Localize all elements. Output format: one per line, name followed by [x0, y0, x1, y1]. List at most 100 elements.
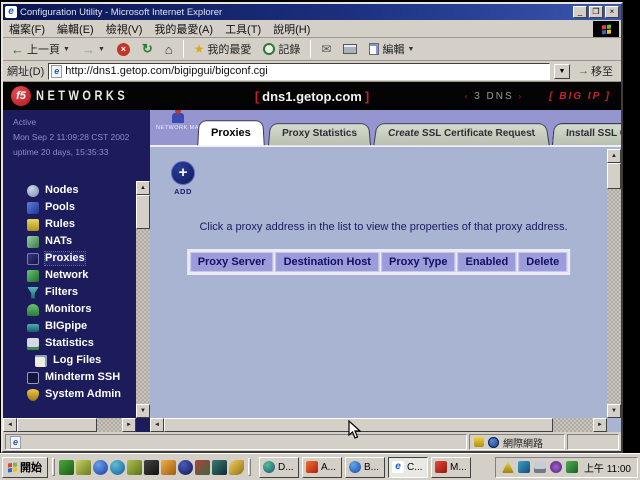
menu-edit[interactable]: 編輯(E) [57, 21, 94, 37]
quicklaunch-icon-10[interactable] [212, 460, 227, 475]
add-proxy-button[interactable]: + ADD [168, 161, 198, 196]
main-frameset: Active Mon Sep 2 11:09:28 CST 2002 uptim… [3, 110, 621, 432]
col-proxy-type[interactable]: Proxy Type [381, 252, 456, 272]
scroll-up-icon[interactable]: ▲ [607, 149, 621, 163]
task-button-3[interactable]: B... [345, 457, 385, 478]
go-button[interactable]: → 移至 [574, 63, 617, 79]
mail-button[interactable]: ✉ [317, 41, 335, 57]
scrollbar-thumb[interactable] [17, 418, 97, 432]
quicklaunch-icon-8[interactable] [178, 460, 193, 475]
scroll-left-icon[interactable]: ◄ [150, 418, 164, 432]
maximize-button[interactable]: ❐ [589, 6, 603, 18]
bigpipe-icon [27, 324, 39, 332]
status-spare-panel [567, 434, 619, 450]
quicklaunch-icon-9[interactable] [195, 460, 210, 475]
favorites-button[interactable]: ★ 我的最愛 [190, 40, 256, 58]
tray-network-icon[interactable] [534, 461, 546, 473]
ie-task-icon: e [392, 461, 404, 473]
print-button[interactable] [339, 43, 361, 55]
col-destination-host[interactable]: Destination Host [276, 252, 379, 272]
col-enabled[interactable]: Enabled [457, 252, 516, 272]
sidebar-item-network[interactable]: Network [3, 267, 136, 284]
scrollbar-thumb[interactable] [607, 163, 621, 189]
tray-app-icon[interactable] [550, 461, 562, 473]
content-vertical-scrollbar[interactable]: ▲ ▼ [607, 149, 621, 418]
scroll-up-icon[interactable]: ▲ [136, 181, 150, 195]
scroll-right-icon[interactable]: ► [122, 418, 136, 432]
scroll-down-icon[interactable]: ▼ [607, 404, 621, 418]
sidebar-item-statistics[interactable]: Statistics [3, 335, 136, 352]
address-dropdown-button[interactable]: ▼ [554, 64, 570, 79]
sidebar-vertical-scrollbar[interactable]: ▲ ▼ [136, 181, 150, 418]
menu-help[interactable]: 說明(H) [273, 21, 310, 37]
refresh-button[interactable]: ↻ [138, 40, 157, 58]
sidebar-item-rules[interactable]: Rules [3, 216, 136, 233]
sidebar-item-pools[interactable]: Pools [3, 199, 136, 216]
sidebar-item-bigpipe[interactable]: BIGpipe [3, 318, 136, 335]
quicklaunch-icon-11[interactable] [229, 460, 244, 475]
history-button[interactable]: 記錄 [259, 40, 304, 58]
product-3dns-label: ‹ 3 DNS › [465, 91, 523, 102]
table-header-row: Proxy Server Destination Host Proxy Type… [190, 252, 568, 272]
close-button[interactable]: × [605, 6, 619, 18]
menu-bar: 檔案(F) 編輯(E) 檢視(V) 我的最愛(A) 工具(T) 說明(H) [3, 20, 621, 38]
title-bar[interactable]: e Configuration Utility - Microsoft Inte… [3, 4, 621, 20]
col-proxy-server[interactable]: Proxy Server [190, 252, 274, 272]
taskbar-grip[interactable] [248, 458, 251, 476]
minimize-button[interactable]: _ [573, 6, 587, 18]
address-input[interactable]: e http://dns1.getop.com/bigipgui/bigconf… [48, 63, 550, 80]
forward-button[interactable]: → ▼ [78, 41, 109, 58]
tab-create-ssl-certificate-request[interactable]: Create SSL Certificate Request [373, 123, 549, 145]
task-button-4-active[interactable]: eC... [388, 457, 428, 478]
scroll-down-icon[interactable]: ▼ [136, 404, 150, 418]
scrollbar-thumb[interactable] [136, 195, 150, 229]
quicklaunch-icon-1[interactable] [59, 460, 74, 475]
tab-proxies[interactable]: Proxies [197, 120, 264, 145]
scroll-left-icon[interactable]: ◄ [3, 418, 17, 432]
quicklaunch-icon-6[interactable] [144, 460, 159, 475]
taskbar-clock[interactable]: 上午 11:00 [584, 460, 631, 475]
task-button-5[interactable]: M... [431, 457, 471, 478]
sidebar-item-nats[interactable]: NATs [3, 233, 136, 250]
mindterm-icon [27, 372, 39, 384]
sidebar-item-proxies[interactable]: Proxies [3, 250, 136, 267]
tab-proxy-statistics[interactable]: Proxy Statistics [268, 123, 371, 145]
menu-favorites[interactable]: 我的最愛(A) [154, 21, 213, 37]
edit-button[interactable]: 編輯 ▼ [365, 40, 418, 58]
network-map-button[interactable]: NETWORK MAP [156, 113, 200, 131]
sidebar-item-system-admin[interactable]: System Admin [3, 386, 136, 403]
home-button[interactable]: ⌂ [161, 41, 177, 58]
stop-button[interactable]: × [113, 42, 134, 57]
quicklaunch-icon-2[interactable] [76, 460, 91, 475]
edit-dropdown-icon[interactable]: ▼ [407, 46, 414, 53]
sidebar-item-nodes[interactable]: Nodes [3, 182, 136, 199]
taskbar-grip[interactable] [52, 458, 55, 476]
quicklaunch-icon-7[interactable] [161, 460, 176, 475]
tray-input-method-icon[interactable] [518, 461, 530, 473]
forward-dropdown-icon[interactable]: ▼ [98, 46, 105, 53]
quicklaunch-icon-3[interactable] [93, 460, 108, 475]
quicklaunch-icon-5[interactable] [127, 460, 142, 475]
tray-volume-icon[interactable] [502, 461, 514, 473]
col-delete[interactable]: Delete [518, 252, 567, 272]
menu-tools[interactable]: 工具(T) [225, 21, 261, 37]
quicklaunch-icon-4[interactable] [110, 460, 125, 475]
tray-antivirus-icon[interactable] [566, 461, 578, 473]
address-url: http://dns1.getop.com/bigipgui/bigconf.c… [65, 65, 547, 77]
sidebar-horizontal-scrollbar[interactable]: ◄ ► [3, 418, 136, 432]
back-button[interactable]: ← 上一頁 ▼ [7, 40, 74, 58]
task-button-2[interactable]: A... [302, 457, 342, 478]
content-horizontal-scrollbar[interactable]: ◄ ► [150, 418, 607, 432]
back-dropdown-icon[interactable]: ▼ [63, 46, 70, 53]
sidebar-item-mindterm-ssh[interactable]: Mindterm SSH [3, 369, 136, 386]
start-button[interactable]: 開始 [2, 457, 48, 478]
sidebar-item-filters[interactable]: Filters [3, 284, 136, 301]
sidebar-item-log-files[interactable]: Log Files [3, 352, 136, 369]
task-button-1[interactable]: D... [259, 457, 299, 478]
menu-file[interactable]: 檔案(F) [9, 21, 45, 37]
menu-view[interactable]: 檢視(V) [106, 21, 143, 37]
sidebar-item-monitors[interactable]: Monitors [3, 301, 136, 318]
tab-install-ssl-certificate[interactable]: Install SSL Certifi [552, 123, 621, 145]
task-icon [263, 461, 275, 473]
scroll-right-icon[interactable]: ► [593, 418, 607, 432]
